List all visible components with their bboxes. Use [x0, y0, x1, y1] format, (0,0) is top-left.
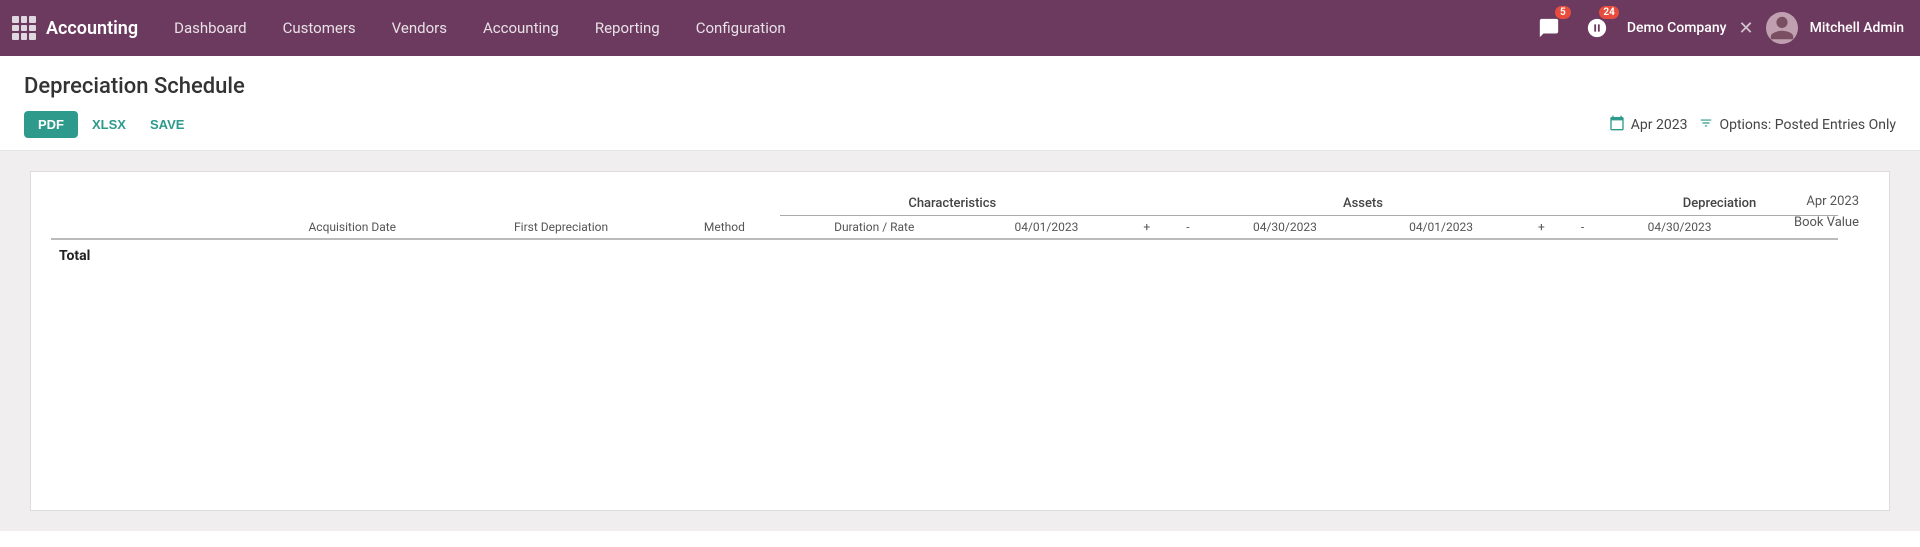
navbar: Accounting Dashboard Customers Vendors A…: [0, 0, 1920, 56]
col-header-dep-plus: +: [1519, 216, 1564, 240]
col-header-assets-start: 04/01/2023: [968, 216, 1124, 240]
section-assets: Assets: [1124, 192, 1601, 216]
col-header-assets-plus: +: [1124, 216, 1169, 240]
calendar-icon: [1609, 115, 1625, 135]
settings-icon[interactable]: ✕: [1739, 18, 1754, 39]
report-inner: Apr 2023 Book Value Characteristics Asse…: [30, 171, 1890, 511]
col-header-assets-end: 04/30/2023: [1207, 216, 1363, 240]
nav-reporting[interactable]: Reporting: [579, 11, 676, 45]
total-duration: [780, 239, 968, 272]
grid-icon[interactable]: [12, 16, 36, 40]
toolbar-right: Apr 2023 Options: Posted Entries Only: [1609, 115, 1896, 135]
options-filter-label: Options: Posted Entries Only: [1719, 117, 1896, 133]
page-header: Depreciation Schedule PDF XLSX SAVE Apr …: [0, 56, 1920, 151]
total-dep-end: [1601, 239, 1757, 272]
nav-customers[interactable]: Customers: [267, 11, 372, 45]
total-assets-end: [1207, 239, 1363, 272]
nav-dashboard[interactable]: Dashboard: [158, 11, 263, 45]
total-book-value: [1758, 239, 1838, 272]
company-name: Demo Company: [1627, 20, 1727, 36]
activity-button[interactable]: 24: [1579, 10, 1615, 46]
nav-configuration[interactable]: Configuration: [680, 11, 802, 45]
date-filter[interactable]: Apr 2023: [1609, 115, 1688, 135]
total-first-dep: [453, 239, 668, 272]
total-assets-minus: [1169, 239, 1207, 272]
date-filter-label: Apr 2023: [1631, 117, 1688, 133]
total-assets-start: [968, 239, 1124, 272]
col-header-acq-date: Acquisition Date: [251, 216, 453, 240]
header-group-row: Characteristics Assets Depreciation: [51, 192, 1869, 216]
col-header-dep-start: 04/01/2023: [1363, 216, 1519, 240]
report-container: Apr 2023 Book Value Characteristics Asse…: [0, 151, 1920, 531]
pdf-button[interactable]: PDF: [24, 111, 78, 138]
col-header-method: Method: [669, 216, 780, 240]
nav-vendors[interactable]: Vendors: [376, 11, 463, 45]
navbar-brand: Accounting: [12, 16, 138, 40]
total-acq: [251, 239, 453, 272]
total-method: [669, 239, 780, 272]
options-filter[interactable]: Options: Posted Entries Only: [1699, 116, 1896, 134]
user-name[interactable]: Mitchell Admin: [1810, 20, 1904, 36]
save-button[interactable]: SAVE: [140, 111, 194, 138]
report-table: Characteristics Assets Depreciation Acqu…: [51, 192, 1869, 272]
nav-accounting[interactable]: Accounting: [467, 11, 575, 45]
section-characteristics: Characteristics: [780, 192, 1124, 216]
messages-button[interactable]: 5: [1531, 10, 1567, 46]
total-label: Total: [51, 239, 251, 272]
page-title: Depreciation Schedule: [24, 74, 1896, 99]
nav-links: Dashboard Customers Vendors Accounting R…: [158, 11, 1531, 45]
col-header-name: [51, 216, 251, 240]
empty-header-3: [453, 192, 668, 216]
header-detail-row: Acquisition Date First Depreciation Meth…: [51, 216, 1869, 240]
nav-right: 5 24 Demo Company ✕ Mitchell Admin: [1531, 10, 1904, 46]
messages-badge: 5: [1555, 6, 1571, 19]
book-value-label: Book Value: [1794, 213, 1859, 234]
total-dep-start: [1363, 239, 1519, 272]
activity-badge: 24: [1599, 6, 1618, 19]
xlsx-button[interactable]: XLSX: [82, 111, 136, 138]
col-header-dep-minus: -: [1564, 216, 1602, 240]
col-header-dep-end: 04/30/2023: [1601, 216, 1757, 240]
empty-header-1: [51, 192, 251, 216]
filter-icon: [1699, 116, 1713, 134]
page-content: Depreciation Schedule PDF XLSX SAVE Apr …: [0, 56, 1920, 547]
total-assets-plus: [1124, 239, 1169, 272]
toolbar: PDF XLSX SAVE Apr 2023: [24, 111, 1896, 138]
empty-header-2: [251, 192, 453, 216]
top-right-labels: Apr 2023 Book Value: [1794, 192, 1859, 234]
empty-header-4: [669, 192, 780, 216]
total-dep-minus: [1564, 239, 1602, 272]
apr-2023-label: Apr 2023: [1794, 192, 1859, 213]
user-avatar[interactable]: [1766, 12, 1798, 44]
col-header-first-dep: First Depreciation: [453, 216, 668, 240]
total-dep-plus: [1519, 239, 1564, 272]
brand-name: Accounting: [46, 18, 138, 39]
col-header-duration: Duration / Rate: [780, 216, 968, 240]
total-row: Total: [51, 239, 1869, 272]
col-header-assets-minus: -: [1169, 216, 1207, 240]
